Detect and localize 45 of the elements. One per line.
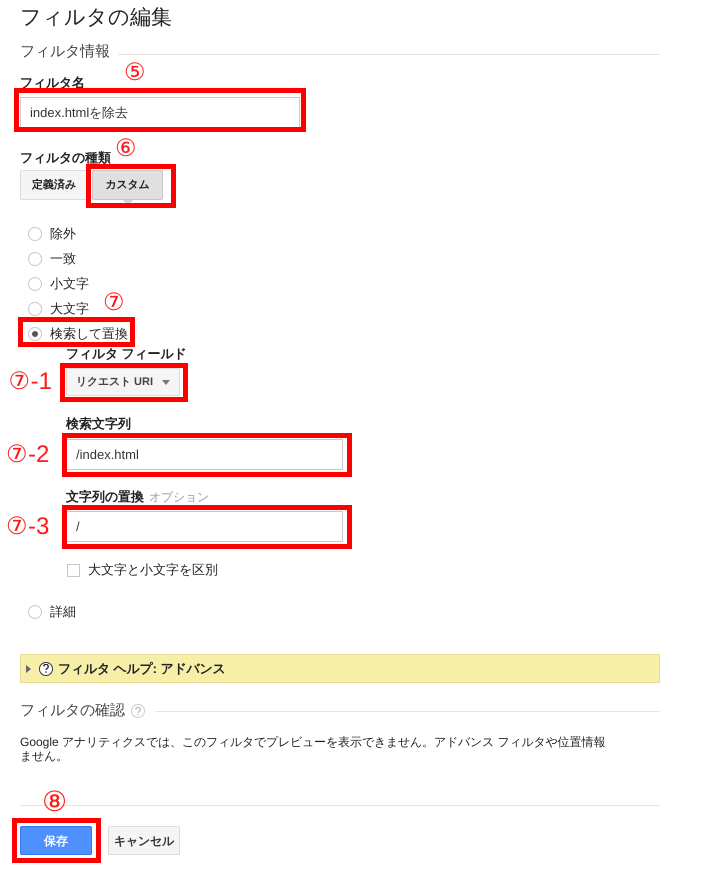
field-label: フィルタ名: [20, 74, 85, 92]
field-label: 文字列の置換: [66, 488, 144, 506]
field-label: フィルタの種類: [20, 149, 111, 167]
radio-button[interactable]: [28, 604, 42, 618]
tab-pointer: [122, 200, 132, 206]
info-text: Google アナリティクスでは、このフィルタでプレビューを表示できません。アドバンス フィルタや位置情報: [20, 735, 606, 749]
info-text: ません。: [20, 749, 68, 763]
section-heading: フィルタ情報: [20, 42, 110, 62]
help-bar[interactable]: フィルタ ヘルプ: アドバンス: [20, 654, 660, 683]
filter-type-tab[interactable]: 定義済み: [20, 170, 88, 200]
radio-label: 大文字: [50, 300, 89, 318]
radio-button[interactable]: [28, 252, 42, 266]
annotation-marker: ⑦-2: [6, 442, 50, 466]
text-field[interactable]: /: [66, 511, 343, 542]
cancel-button[interactable]: キャンセル: [108, 826, 180, 855]
radio-button[interactable]: [28, 276, 42, 290]
radio-label: 除外: [50, 224, 76, 242]
text-field[interactable]: index.htmlを除去: [20, 97, 300, 128]
radio-label: 検索して置換: [50, 324, 128, 342]
dropdown-button[interactable]: リクエスト URI: [66, 368, 180, 396]
field-label: 検索文字列: [66, 415, 131, 433]
radio-button[interactable]: [28, 226, 42, 240]
radio-label: 詳細: [50, 602, 76, 620]
annotation-marker: ⑦-3: [6, 514, 50, 538]
field-label: フィルタ フィールド: [66, 345, 187, 363]
checkbox-label: 大文字と小文字を区別: [88, 561, 218, 579]
radio-label: 小文字: [50, 274, 89, 292]
section-heading: フィルタの確認: [20, 701, 125, 721]
radio-button[interactable]: [28, 302, 42, 316]
optional-hint: オプション: [149, 489, 209, 506]
checkbox[interactable]: [67, 564, 80, 576]
annotation-marker: ⑧: [42, 788, 67, 816]
radio-label: 一致: [50, 250, 76, 268]
annotation-marker: ⑦-1: [8, 370, 53, 394]
annotation-marker: ⑦: [103, 291, 125, 315]
caret-icon: [162, 380, 170, 384]
annotation-marker: ⑥: [115, 137, 137, 161]
page-title: フィルタの編集: [20, 5, 172, 31]
annotation-marker: ⑤: [124, 61, 146, 85]
radio-button[interactable]: [28, 326, 42, 340]
filter-type-tab[interactable]: カスタム: [92, 170, 163, 200]
expand-arrow-icon: [26, 664, 31, 672]
help-icon: [39, 662, 53, 676]
help-icon[interactable]: [131, 704, 145, 718]
text-field[interactable]: /index.html: [66, 439, 343, 470]
